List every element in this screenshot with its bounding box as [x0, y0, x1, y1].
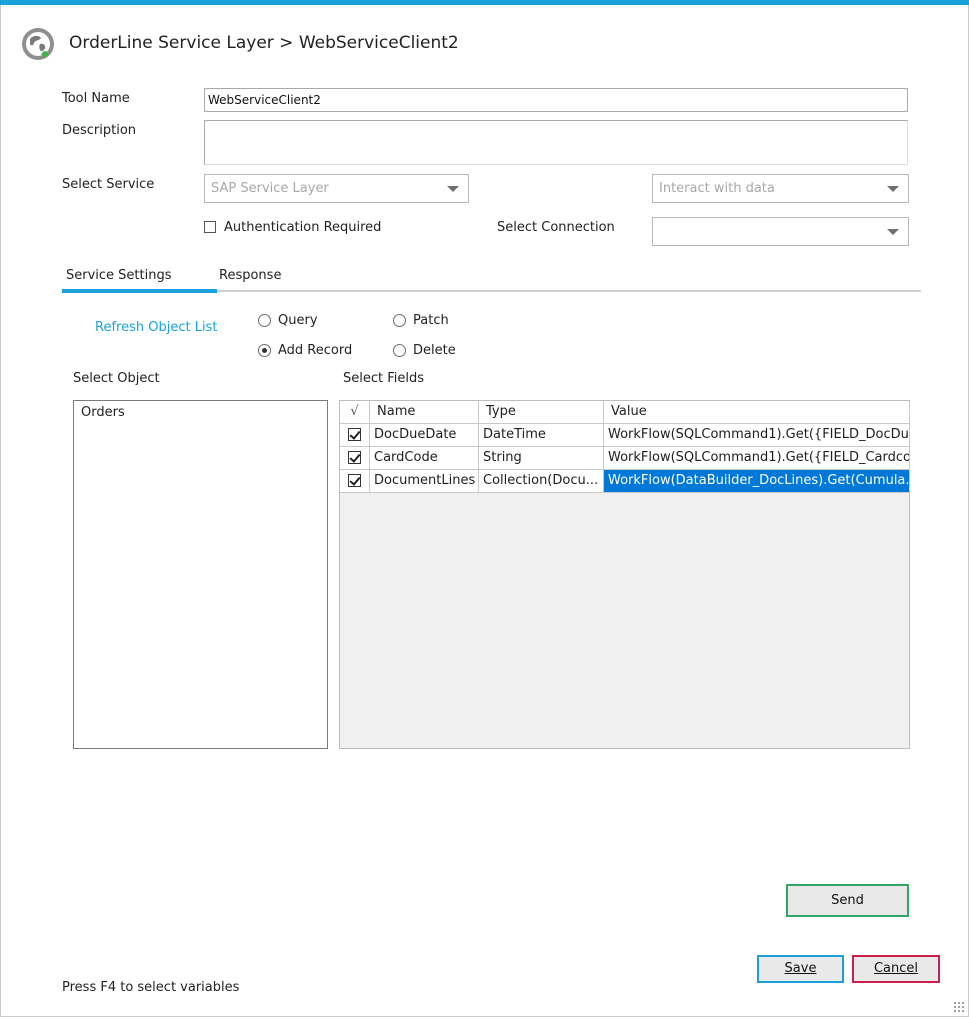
- send-button[interactable]: Send: [786, 884, 909, 917]
- interaction-dropdown[interactable]: Interact with data: [652, 174, 909, 203]
- table-row-checkbox[interactable]: [340, 447, 370, 470]
- chevron-down-icon: [887, 229, 899, 235]
- radio-add-record[interactable]: [258, 344, 271, 357]
- radio-delete-label: Delete: [413, 343, 456, 358]
- table-cell-value[interactable]: WorkFlow(SQLCommand1).Get({FIELD_Cardco.…: [604, 447, 910, 470]
- grid-header-name[interactable]: Name: [370, 401, 479, 424]
- tool-name-label: Tool Name: [62, 91, 130, 106]
- table-cell-type[interactable]: String: [479, 447, 604, 470]
- grid-header-type[interactable]: Type: [479, 401, 604, 424]
- radio-add-record-label: Add Record: [278, 343, 353, 358]
- radio-query[interactable]: [258, 314, 271, 327]
- interaction-dropdown-value: Interact with data: [659, 181, 775, 196]
- radio-patch-label: Patch: [413, 313, 449, 328]
- tab-service-settings[interactable]: Service Settings: [66, 268, 172, 283]
- tool-name-value: WebServiceClient2: [208, 93, 321, 107]
- table-row-checkbox[interactable]: [340, 424, 370, 447]
- radio-patch[interactable]: [393, 314, 406, 327]
- save-button[interactable]: Save: [757, 955, 844, 983]
- description-textarea[interactable]: [204, 120, 908, 165]
- tab-response[interactable]: Response: [219, 268, 281, 283]
- connection-dropdown[interactable]: [652, 217, 909, 246]
- checkbox-checked[interactable]: [348, 428, 361, 441]
- fields-grid[interactable]: √ Name Type Value DocDueDate DateTime Wo…: [339, 400, 910, 749]
- table-cell-value-selected[interactable]: WorkFlow(DataBuilder_DocLines).Get(Cumul…: [604, 470, 910, 493]
- table-cell-name[interactable]: DocDueDate: [370, 424, 479, 447]
- chevron-down-icon: [887, 186, 899, 192]
- select-fields-label: Select Fields: [343, 371, 425, 386]
- active-tab-indicator: [62, 289, 217, 293]
- table-cell-name[interactable]: CardCode: [370, 447, 479, 470]
- chevron-down-icon: [447, 186, 459, 192]
- table-cell-type[interactable]: DateTime: [479, 424, 604, 447]
- auth-required-checkbox[interactable]: [204, 221, 216, 233]
- table-row-checkbox[interactable]: [340, 470, 370, 493]
- description-label: Description: [62, 123, 137, 138]
- service-dropdown-value: SAP Service Layer: [211, 181, 329, 196]
- tool-name-input[interactable]: WebServiceClient2: [204, 88, 908, 112]
- page-title: OrderLine Service Layer > WebServiceClie…: [69, 33, 459, 53]
- checkbox-checked[interactable]: [348, 474, 361, 487]
- globe-icon: [21, 27, 55, 61]
- grid-header-check: √: [340, 401, 370, 424]
- checkbox-checked[interactable]: [348, 451, 361, 464]
- select-service-label: Select Service: [62, 177, 155, 192]
- refresh-object-list-link[interactable]: Refresh Object List: [95, 320, 217, 335]
- auth-required-label: Authentication Required: [224, 220, 382, 235]
- resize-grip-icon[interactable]: [953, 1001, 965, 1013]
- description-value: [205, 121, 907, 127]
- cancel-button[interactable]: Cancel: [852, 955, 940, 983]
- radio-query-label: Query: [278, 313, 318, 328]
- status-hint: Press F4 to select variables: [62, 980, 240, 995]
- select-connection-label: Select Connection: [497, 220, 615, 235]
- grid-header-value[interactable]: Value: [604, 401, 910, 424]
- select-object-label: Select Object: [73, 371, 160, 386]
- window-accent-bar: [0, 0, 969, 5]
- table-cell-value[interactable]: WorkFlow(SQLCommand1).Get({FIELD_DocDu..…: [604, 424, 910, 447]
- table-cell-type[interactable]: Collection(Docu...: [479, 470, 604, 493]
- list-item[interactable]: Orders: [81, 405, 125, 420]
- table-cell-name[interactable]: DocumentLines: [370, 470, 479, 493]
- service-dropdown[interactable]: SAP Service Layer: [204, 174, 469, 203]
- radio-delete[interactable]: [393, 344, 406, 357]
- object-listbox[interactable]: Orders: [73, 400, 328, 749]
